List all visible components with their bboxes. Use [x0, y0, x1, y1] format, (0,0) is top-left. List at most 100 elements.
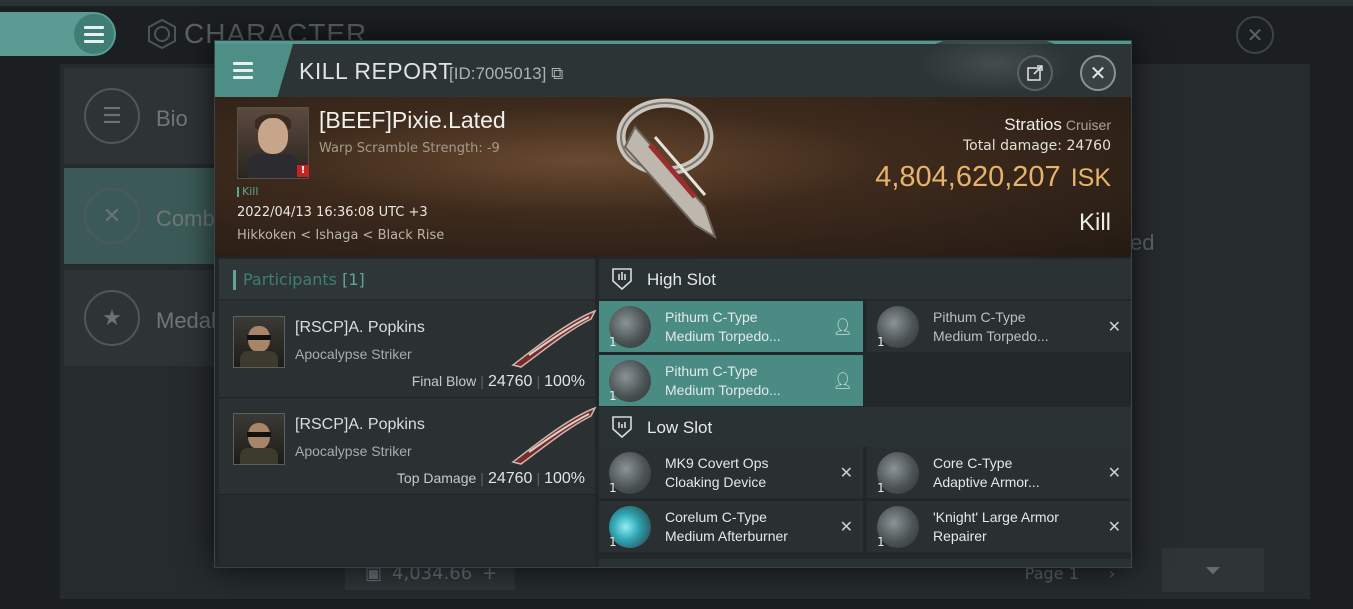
sidebar-item-label: Medal: [156, 308, 216, 333]
participants-count: [1]: [342, 270, 365, 289]
module-quantity: 1: [609, 535, 617, 549]
sidebar-item-medals[interactable]: ★ Medal: [64, 270, 224, 366]
module-name-line2: Medium Afterburner: [665, 528, 788, 544]
damage-value: 24760: [487, 470, 533, 487]
module-name-line2: Repairer: [933, 528, 987, 544]
module-name-line1: 'Knight' Large Armor: [933, 509, 1059, 525]
close-icon: ✕: [1107, 463, 1121, 482]
copy-icon[interactable]: ⧉: [551, 64, 563, 83]
ship-name-text: Stratios: [1004, 115, 1062, 134]
report-id[interactable]: [ID:7005013] ⧉: [449, 64, 563, 84]
module-name-line2: Medium Torpedo...: [933, 328, 1049, 344]
background-peek-text: ed: [1130, 230, 1155, 255]
stratios-ship-image[interactable]: [595, 97, 755, 257]
hamburger-icon: [74, 14, 114, 54]
module-slot[interactable]: 1 Pithum C-Type Medium Torpedo... 👤︎: [599, 301, 863, 352]
participant-damage: Top Damage | 24760 | 100%: [396, 470, 585, 487]
module-name-line2: Medium Torpedo...: [665, 382, 781, 398]
total-damage-value: 24760: [1066, 138, 1111, 154]
close-icon: ✕: [1107, 517, 1121, 536]
module-slot[interactable]: 1 'Knight' Large Armor Repairer ✕: [867, 501, 1131, 552]
module-name-line2: Medium Torpedo...: [665, 328, 781, 344]
damage-value: 24760: [487, 373, 533, 390]
kill-tag: Kill: [237, 185, 258, 198]
sidebar-item-combat[interactable]: ✕ Comb: [64, 168, 224, 264]
victim-name[interactable]: [BEEF]Pixie.Lated: [319, 107, 506, 134]
high-slot-header: High Slot: [599, 259, 1131, 299]
mid-slot-header-partial: [599, 559, 1131, 567]
module-name-line1: Pithum C-Type: [933, 309, 1026, 325]
module-quantity: 1: [609, 481, 617, 495]
apocalypse-ship-image: [511, 309, 597, 368]
participants-label: Participants: [243, 270, 337, 289]
warning-icon: !: [297, 165, 309, 177]
main-menu-button[interactable]: [0, 12, 116, 56]
close-icon: ✕: [839, 463, 853, 482]
participants-header: Participants [1]: [219, 259, 595, 299]
kill-result: Kill: [1078, 209, 1111, 236]
top-bar: [0, 0, 1353, 6]
module-name-line1: Pithum C-Type: [665, 309, 758, 325]
avatar[interactable]: [233, 413, 285, 465]
total-damage-label: Total damage:: [962, 138, 1062, 154]
participants-panel: Participants [1] [RSCP]A. Popkins Apocal…: [219, 259, 597, 565]
isk-unit: ISK: [1070, 164, 1111, 192]
close-button[interactable]: ✕: [1080, 55, 1116, 91]
fitting-slots: High Slot 1 Pithum C-Type Medium Torpedo…: [599, 259, 1131, 567]
participant-row[interactable]: [RSCP]A. Popkins Apocalypse Striker Fina…: [219, 301, 597, 398]
share-button[interactable]: [1017, 55, 1053, 91]
ship-name: Stratios Cruiser: [1004, 115, 1111, 135]
isk-amount: 4,804,620,207: [875, 161, 1061, 193]
high-slot-icon: [612, 268, 632, 291]
star-icon: ★: [84, 290, 140, 346]
damage-percent: 100%: [544, 470, 585, 487]
report-id-text: [ID:7005013]: [449, 64, 547, 83]
participant-ship: Apocalypse Striker: [295, 443, 412, 459]
filter-button[interactable]: ⏷: [1162, 548, 1264, 592]
module-slot[interactable]: 1 Core C-Type Adaptive Armor... ✕: [867, 447, 1131, 498]
vitruvian-icon: [148, 18, 176, 50]
close-icon: ✕: [1089, 61, 1107, 85]
participant-ship: Apocalypse Striker: [295, 346, 412, 362]
list-icon: ☰: [84, 88, 140, 144]
module-name-line2: Adaptive Armor...: [933, 474, 1040, 490]
module-slot[interactable]: 1 MK9 Covert Ops Cloaking Device ✕: [599, 447, 863, 498]
total-damage: Total damage: 24760: [963, 138, 1111, 154]
module-slot[interactable]: 1 Pithum C-Type Medium Torpedo... 👤︎: [599, 355, 863, 406]
low-slot-icon: [612, 416, 632, 439]
module-name-line1: Core C-Type: [933, 455, 1013, 471]
sidebar-item-label: Comb: [156, 206, 215, 231]
isk-value: 4,804,620,207 ISK: [875, 161, 1111, 194]
kill-location: Hikkoken < Ishaga < Black Rise: [237, 228, 445, 243]
module-quantity: 1: [609, 389, 617, 403]
victim-banner: ! [BEEF]Pixie.Lated Warp Scramble Streng…: [215, 97, 1131, 257]
modal-menu-button[interactable]: [215, 44, 293, 97]
modal-title: KILL REPORT: [299, 58, 453, 84]
high-slot-title: High Slot: [647, 270, 716, 289]
module-name-line1: MK9 Covert Ops: [665, 455, 769, 471]
kill-date: 2022/04/13 16:36:08 UTC +3: [237, 205, 428, 220]
module-name-line2: Cloaking Device: [665, 474, 767, 490]
low-slot-title: Low Slot: [647, 418, 713, 437]
participant-row[interactable]: [RSCP]A. Popkins Apocalypse Striker Top …: [219, 398, 597, 495]
participant-name: [RSCP]A. Popkins: [295, 416, 425, 433]
close-icon[interactable]: ✕: [1236, 16, 1274, 54]
participant-damage: Final Blow | 24760 | 100%: [411, 373, 585, 390]
damage-role: Top Damage: [396, 470, 477, 486]
ship-class: Cruiser: [1065, 117, 1111, 133]
module-name-line1: Pithum C-Type: [665, 363, 758, 379]
participant-name: [RSCP]A. Popkins: [295, 319, 425, 336]
module-quantity: 1: [877, 481, 885, 495]
module-slot[interactable]: 1 Corelum C-Type Medium Afterburner ✕: [599, 501, 863, 552]
sidebar-item-bio[interactable]: ☰ Bio: [64, 68, 224, 164]
module-name-line1: Corelum C-Type: [665, 509, 767, 525]
module-quantity: 1: [609, 335, 617, 349]
user-icon: 👤︎: [832, 371, 853, 390]
damage-role: Final Blow: [411, 373, 477, 389]
user-icon: 👤︎: [832, 317, 853, 336]
avatar[interactable]: [233, 316, 285, 368]
damage-percent: 100%: [544, 373, 585, 390]
module-slot[interactable]: 1 Pithum C-Type Medium Torpedo... ✕: [867, 301, 1131, 352]
filter-icon: ⏷: [1205, 558, 1221, 582]
share-icon: [1027, 65, 1043, 81]
